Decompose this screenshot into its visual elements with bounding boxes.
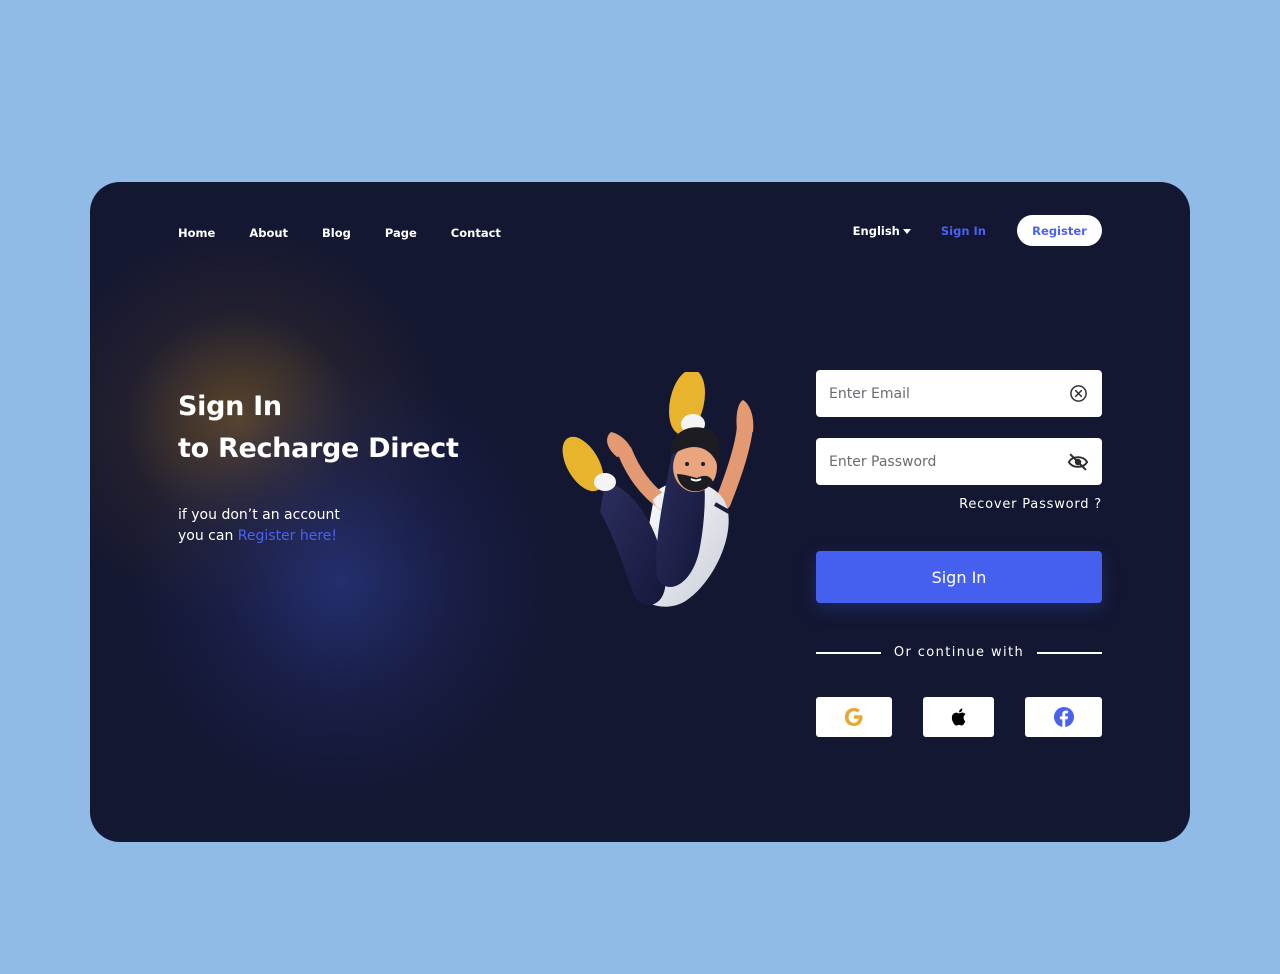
nav-item-contact[interactable]: Contact xyxy=(451,226,501,240)
signin-button[interactable]: Sign In xyxy=(816,551,1102,603)
subtitle-prefix: you can xyxy=(178,528,238,544)
header-signin-link[interactable]: Sign In xyxy=(941,224,986,238)
facebook-signin-button[interactable] xyxy=(1025,697,1102,737)
continue-divider: Or continue with xyxy=(816,645,1102,660)
register-here-link[interactable]: Register here! xyxy=(238,528,337,544)
hero-subtitle: if you don’t an account you can Register… xyxy=(178,505,340,547)
language-selector[interactable]: English xyxy=(853,224,911,238)
eye-off-icon[interactable] xyxy=(1067,451,1089,473)
recover-password-link[interactable]: Recover Password ? xyxy=(959,497,1102,512)
header-register-button[interactable]: Register xyxy=(1017,215,1102,246)
divider-text: Or continue with xyxy=(893,645,1025,660)
nav-item-home[interactable]: Home xyxy=(178,226,215,240)
nav-item-blog[interactable]: Blog xyxy=(322,226,351,240)
title-line-1: Sign In xyxy=(178,391,282,422)
falling-character-illustration xyxy=(562,372,754,607)
subtitle-line-2: you can Register here! xyxy=(178,526,340,547)
subtitle-line-1: if you don’t an account xyxy=(178,507,340,523)
password-input[interactable] xyxy=(829,453,1049,470)
divider-line-right xyxy=(1036,651,1102,654)
language-label: English xyxy=(852,223,900,238)
google-icon xyxy=(845,708,863,726)
caret-down-icon xyxy=(902,228,911,234)
apple-signin-button[interactable] xyxy=(923,697,994,737)
nav-item-page[interactable]: Page xyxy=(385,226,417,240)
google-signin-button[interactable] xyxy=(816,697,892,737)
clear-icon[interactable] xyxy=(1067,383,1089,405)
apple-icon xyxy=(951,708,965,726)
divider-line-left xyxy=(816,651,881,654)
page-title: Sign In to Recharge Direct xyxy=(178,386,459,470)
login-card: Home About Blog Page Contact English Sig… xyxy=(90,182,1190,842)
character-head xyxy=(670,427,721,492)
nav-item-about[interactable]: About xyxy=(249,226,288,240)
facebook-icon xyxy=(1053,707,1074,727)
header-actions: English Sign In Register xyxy=(853,215,1102,246)
password-field xyxy=(816,438,1102,485)
top-navigation: Home About Blog Page Contact xyxy=(178,226,535,240)
email-input[interactable] xyxy=(829,385,1049,402)
title-line-2: to Recharge Direct xyxy=(178,433,459,464)
email-field xyxy=(816,370,1102,417)
